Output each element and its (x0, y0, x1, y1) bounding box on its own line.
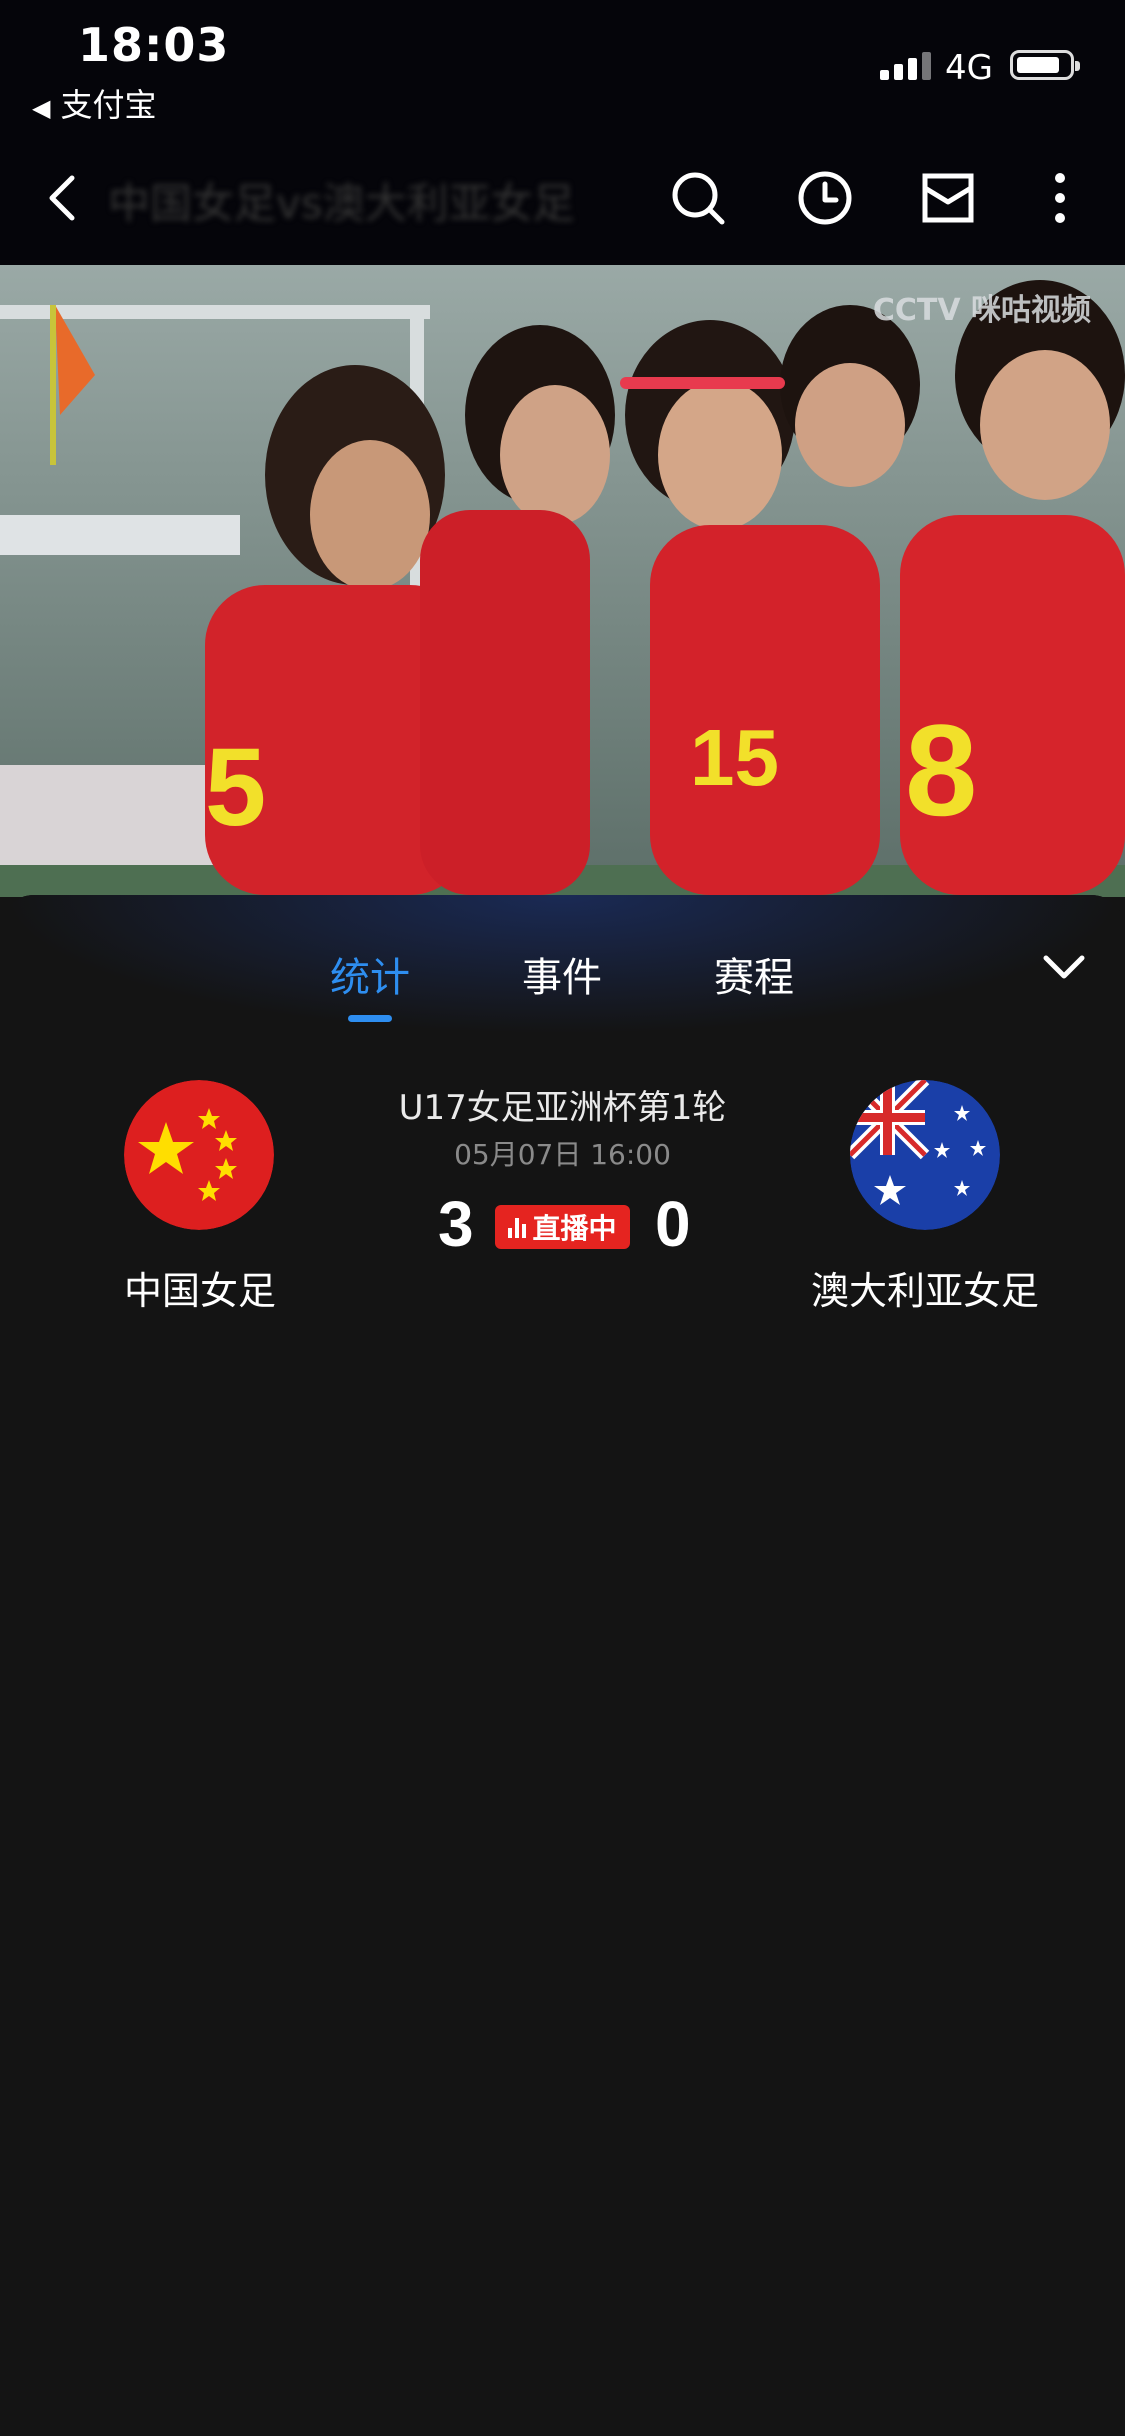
home-team-name: 中国女足 (123, 1269, 276, 1313)
live-badge[interactable]: 直播中 (495, 1205, 630, 1249)
away-team-name: 澳大利亚女足 (810, 1269, 1039, 1313)
video-player[interactable]: 5 15 8 CCTV 咪咕视频 (0, 265, 1125, 897)
svg-text:5: 5 (205, 726, 266, 849)
nav-bar: 中国女足vs澳大利亚女足 (0, 130, 1125, 265)
back-triangle-icon: ◀ (32, 94, 51, 122)
network-type: 4G (945, 48, 993, 88)
back-icon[interactable] (40, 170, 90, 225)
back-to-app[interactable]: ◀ 支付宝 (32, 80, 156, 126)
tab-events[interactable]: 事件 (522, 945, 602, 1003)
history-icon[interactable] (795, 168, 855, 228)
page-title: 中国女足vs澳大利亚女足 (108, 179, 575, 228)
home-score: 3 (438, 1188, 474, 1260)
video-frame: 5 15 8 (0, 265, 1125, 897)
live-bars-icon (508, 1216, 527, 1238)
tab-bar: 统计 事件 赛程 (0, 945, 1125, 1005)
back-app-label: 支付宝 (60, 86, 157, 124)
chevron-down-icon[interactable] (1042, 952, 1086, 982)
video-watermark: CCTV 咪咕视频 (872, 293, 1091, 328)
australia-flag-icon (850, 1080, 1000, 1230)
inbox-icon[interactable] (918, 168, 978, 228)
tab-schedule[interactable]: 赛程 (714, 945, 794, 1003)
battery-icon (1010, 50, 1080, 80)
tab-active-indicator (348, 1015, 392, 1022)
status-time: 18:03 (78, 18, 230, 72)
more-icon[interactable] (1030, 168, 1090, 228)
away-score: 0 (655, 1188, 691, 1260)
live-label: 直播中 (532, 1212, 617, 1245)
svg-text:15: 15 (690, 713, 779, 802)
signal-icon (880, 52, 931, 80)
tab-stats[interactable]: 统计 (330, 945, 410, 1003)
search-icon[interactable] (668, 168, 728, 228)
svg-text:8: 8 (905, 697, 977, 843)
match-panel: 统计 事件 赛程 中国女足 U17女足亚洲杯第1轮 05月07日 16:00 3… (0, 895, 1125, 2436)
status-bar: 18:03 ◀ 支付宝 4G (0, 0, 1125, 130)
